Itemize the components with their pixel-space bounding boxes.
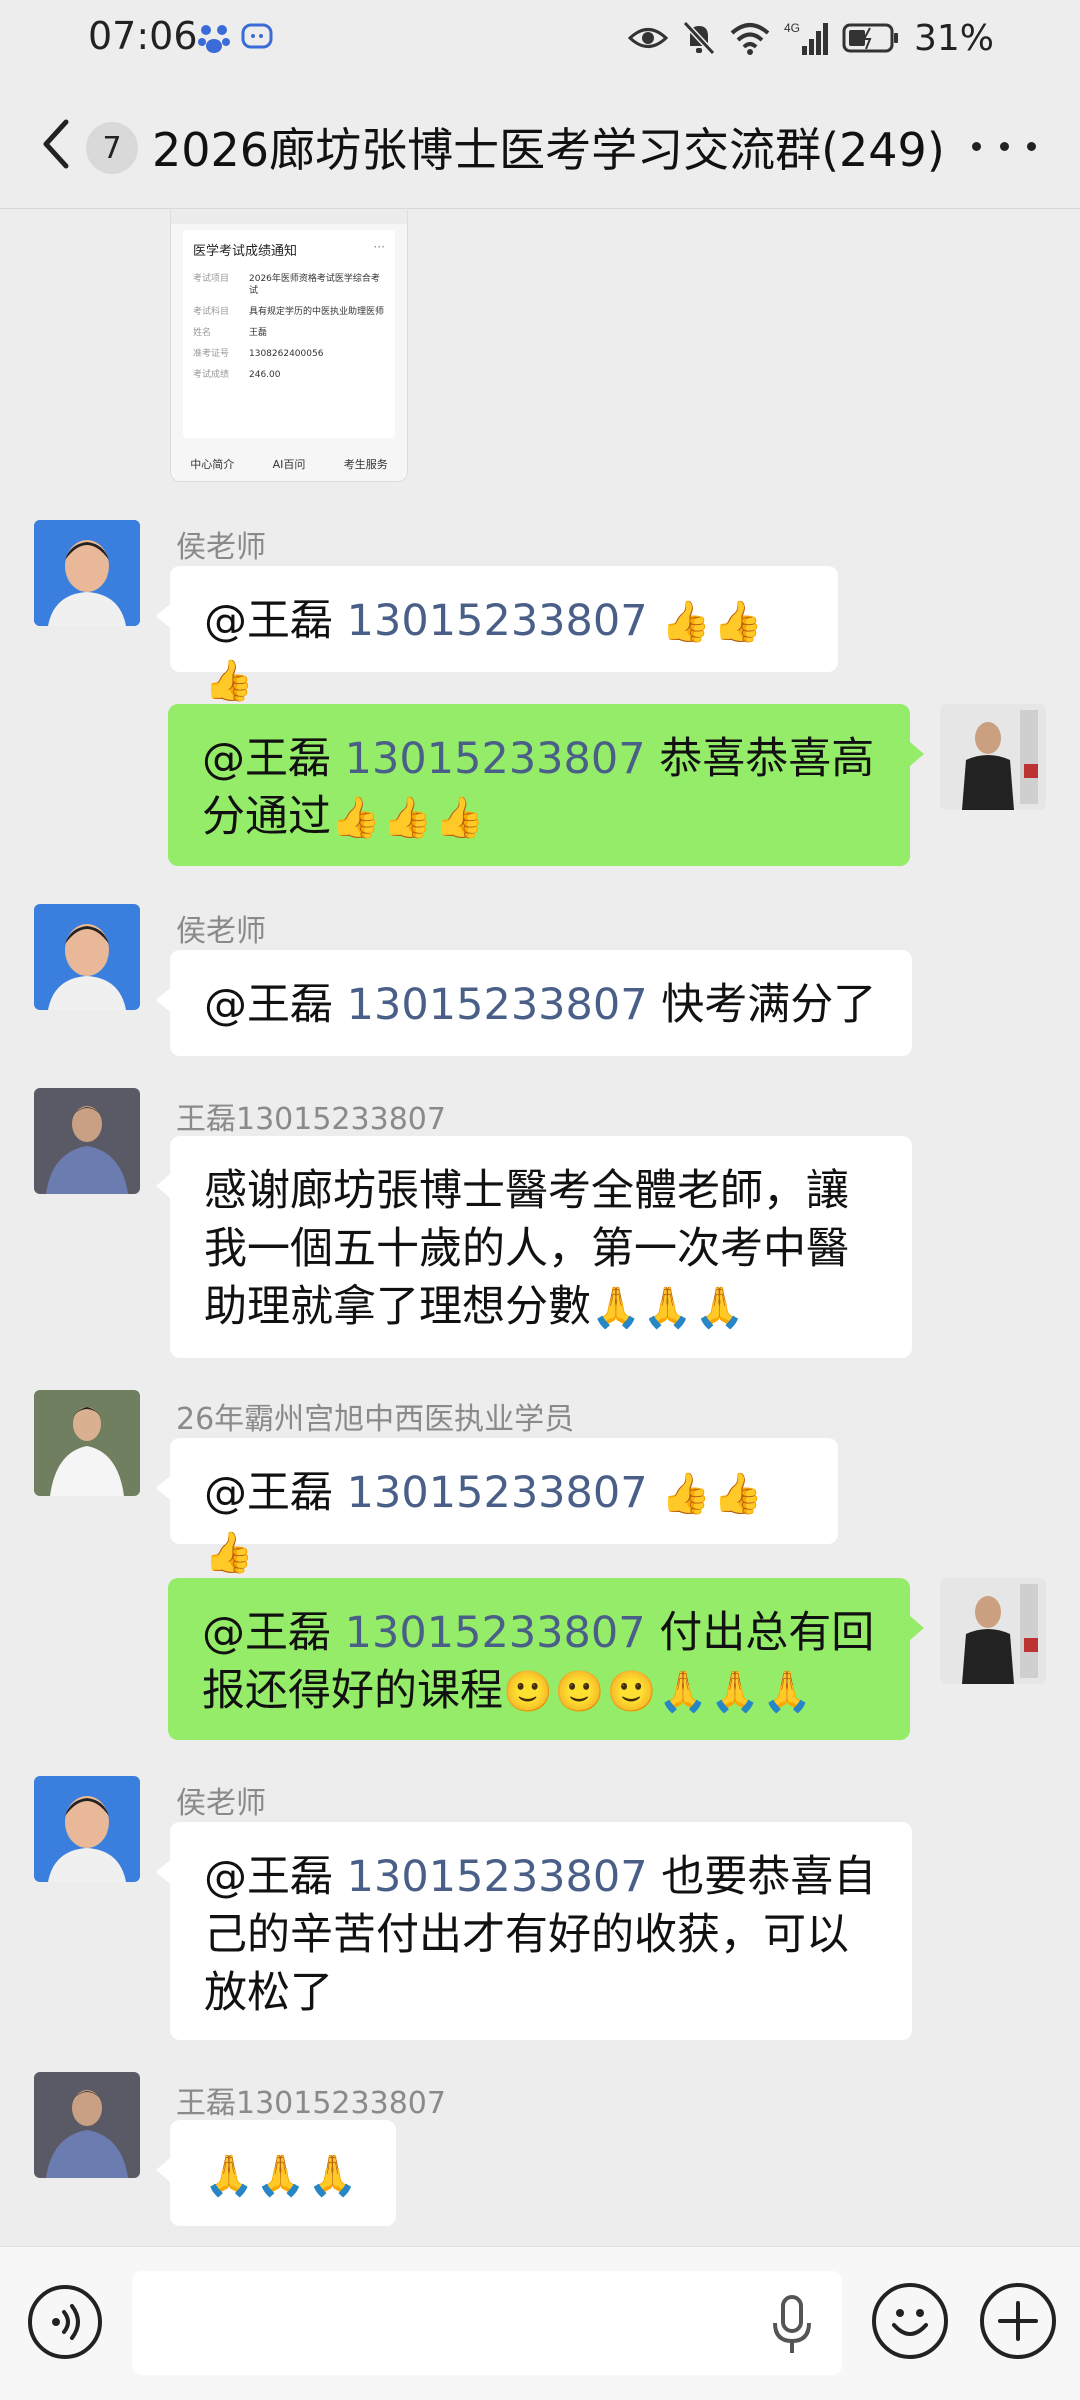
status-icons: 4G 31%: [627, 14, 994, 62]
avatar[interactable]: [34, 1390, 140, 1496]
voice-icon[interactable]: [28, 2285, 102, 2359]
status-bar: 07:06 4G 31%: [0, 0, 1080, 78]
score-row: 考试科目 具有规定学历的中医执业助理医师: [193, 307, 385, 317]
sender-name: 侯老师: [176, 1786, 266, 1821]
avatar[interactable]: [34, 520, 140, 626]
image-tab-bar: 中心简介 AI百问 考生服务: [171, 447, 407, 481]
message-bubble[interactable]: @王磊 13015233807 快考满分了: [156, 950, 912, 1056]
sender-name: 王磊13015233807: [176, 1102, 446, 1137]
score-row: 姓名 王磊: [193, 328, 268, 338]
chat-header: 7 2026廊坊张博士医考学习交流群(249): [0, 78, 1080, 210]
plus-icon[interactable]: [980, 2283, 1056, 2359]
chat-app-icon: [241, 23, 273, 49]
svg-text:4G: 4G: [784, 21, 800, 35]
message-bubble-outgoing[interactable]: @王磊 13015233807 付出总有回报还得好的课程🙂🙂🙂🙏🙏🙏: [168, 1578, 924, 1740]
back-icon[interactable]: [36, 116, 76, 172]
sender-name: 侯老师: [176, 530, 266, 565]
message-bubble[interactable]: @王磊 13015233807 👍👍👍: [156, 1438, 838, 1576]
unread-count-badge[interactable]: 7: [86, 122, 138, 174]
more-icon: ···: [373, 240, 385, 254]
more-icon[interactable]: [972, 126, 1036, 166]
battery-percent: 31%: [913, 17, 994, 59]
input-bar: [0, 2246, 1080, 2400]
phone-link[interactable]: 13015233807: [347, 596, 648, 646]
sender-name: 侯老师: [176, 914, 266, 949]
sender-name: 王磊13015233807: [176, 2086, 446, 2121]
signal-icon: 4G: [784, 21, 828, 55]
header-divider: [0, 208, 1080, 209]
avatar[interactable]: [34, 1776, 140, 1882]
tab-center-intro: 中心简介: [190, 458, 235, 471]
avatar[interactable]: [34, 1088, 140, 1194]
wifi-icon: [730, 23, 770, 55]
phone-link[interactable]: 13015233807: [347, 1852, 648, 1902]
my-avatar[interactable]: [940, 1578, 1046, 1684]
score-row: 准考证号 1308262400056: [193, 349, 324, 359]
message-bubble[interactable]: 🙏🙏🙏: [156, 2120, 396, 2226]
sender-name: 26年霸州宫旭中西医执业学员: [176, 1402, 575, 1437]
phone-link[interactable]: 13015233807: [347, 980, 648, 1030]
chat-title: 2026廊坊张博士医考学习交流群(249): [152, 123, 945, 177]
message-input[interactable]: [132, 2271, 842, 2375]
message-bubble[interactable]: 感谢廊坊張博士醫考全體老師，讓我一個五十歲的人，第一次考中醫助理就拿了理想分數🙏…: [156, 1136, 912, 1358]
phone-link[interactable]: 13015233807: [347, 1468, 648, 1518]
mute-bell-icon: [682, 20, 716, 56]
status-time: 07:06: [88, 14, 198, 58]
phone-link[interactable]: 13015233807: [345, 1608, 646, 1658]
message-bubble[interactable]: @王磊 13015233807 👍👍👍: [156, 566, 838, 704]
phone-link[interactable]: 13015233807: [345, 734, 646, 784]
baidu-app-icon: [198, 25, 230, 53]
score-row: 考试成绩 246.00: [193, 370, 281, 380]
eye-icon: [627, 28, 668, 48]
score-row: 考试项目 2026年医师资格考试医学综合考试: [193, 274, 380, 296]
score-notice-title: 医学考试成绩通知: [193, 244, 298, 259]
message-bubble[interactable]: @王磊 13015233807 也要恭喜自己的辛苦付出才有好的收获，可以放松了: [156, 1822, 912, 2040]
tab-candidate-service: 考生服务: [343, 458, 388, 471]
battery-icon: [842, 23, 898, 53]
emoji-icon[interactable]: [872, 2283, 948, 2359]
mic-icon[interactable]: [770, 2295, 814, 2355]
my-avatar[interactable]: [940, 704, 1046, 810]
shared-score-image[interactable]: 医学考试成绩通知 ··· 考试项目 2026年医师资格考试医学综合考试 考试科目具…: [170, 210, 408, 482]
message-bubble-outgoing[interactable]: @王磊 13015233807 恭喜恭喜高分通过👍👍👍: [168, 704, 924, 866]
avatar[interactable]: [34, 2072, 140, 2178]
avatar[interactable]: [34, 904, 140, 1010]
tab-ai-qa: AI百问: [272, 458, 306, 471]
